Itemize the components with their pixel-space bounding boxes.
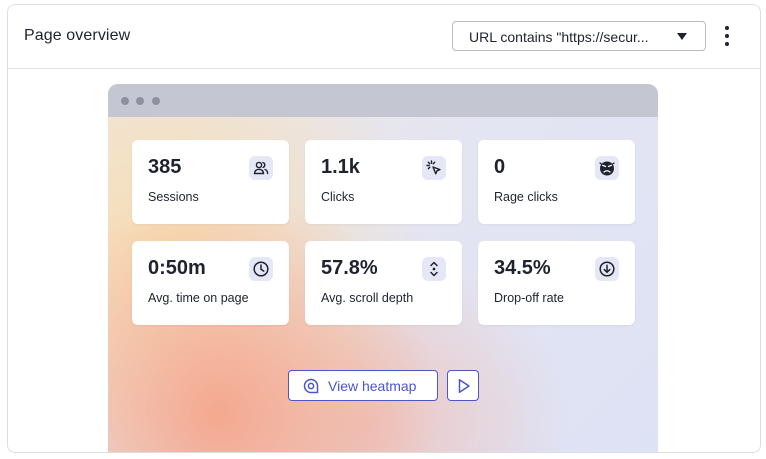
kebab-dot: [725, 26, 729, 30]
stat-card-time-on-page: 0:50m Avg. time on page: [132, 241, 289, 325]
view-heatmap-label: View heatmap: [328, 378, 417, 394]
view-heatmap-button[interactable]: View heatmap: [288, 370, 438, 401]
stat-value: 1.1k: [321, 156, 360, 178]
stat-label: Clicks: [321, 190, 355, 204]
stat-value: 0:50m: [148, 257, 206, 279]
stat-label: Sessions: [148, 190, 199, 204]
clock-icon: [249, 257, 273, 281]
stat-label: Drop-off rate: [494, 291, 564, 305]
stat-card-sessions: 385 Sessions: [132, 140, 289, 224]
url-filter-dropdown[interactable]: URL contains "https://secur...: [452, 21, 706, 51]
kebab-dot: [725, 34, 729, 38]
stat-value: 34.5%: [494, 257, 551, 279]
heatmap-icon: [303, 378, 319, 399]
card-header: Page overview URL contains "https://secu…: [8, 5, 760, 69]
play-icon: [458, 379, 470, 393]
stat-value: 385: [148, 156, 182, 178]
stat-card-rage-clicks: 0 Rage clicks: [478, 140, 635, 224]
stat-label: Rage clicks: [494, 190, 558, 204]
angry-face-icon: [595, 156, 619, 180]
stat-value: 57.8%: [321, 257, 378, 279]
play-recording-button[interactable]: [447, 370, 479, 401]
stat-label: Avg. time on page: [148, 291, 249, 305]
window-dot: [136, 97, 144, 105]
window-dot: [152, 97, 160, 105]
page-title: Page overview: [24, 27, 131, 44]
stat-card-clicks: 1.1k Clicks: [305, 140, 462, 224]
users-icon: [249, 156, 273, 180]
caret-down-icon: [677, 33, 687, 40]
scroll-arrows-icon: [422, 257, 446, 281]
page-preview: 385 Sessions 1.1k Clicks 0 Rage clicks 0…: [108, 84, 658, 452]
arrow-down-circle-icon: [595, 257, 619, 281]
stat-label: Avg. scroll depth: [321, 291, 414, 305]
browser-bar: [108, 84, 658, 117]
page-overview-card: Page overview URL contains "https://secu…: [7, 4, 761, 453]
window-dot: [121, 97, 129, 105]
kebab-dot: [725, 42, 729, 46]
cursor-click-icon: [422, 156, 446, 180]
stat-card-drop-off-rate: 34.5% Drop-off rate: [478, 241, 635, 325]
url-filter-value: URL contains "https://secur...: [469, 29, 649, 45]
more-options-icon[interactable]: [721, 25, 733, 47]
stat-card-scroll-depth: 57.8% Avg. scroll depth: [305, 241, 462, 325]
stat-value: 0: [494, 156, 506, 178]
